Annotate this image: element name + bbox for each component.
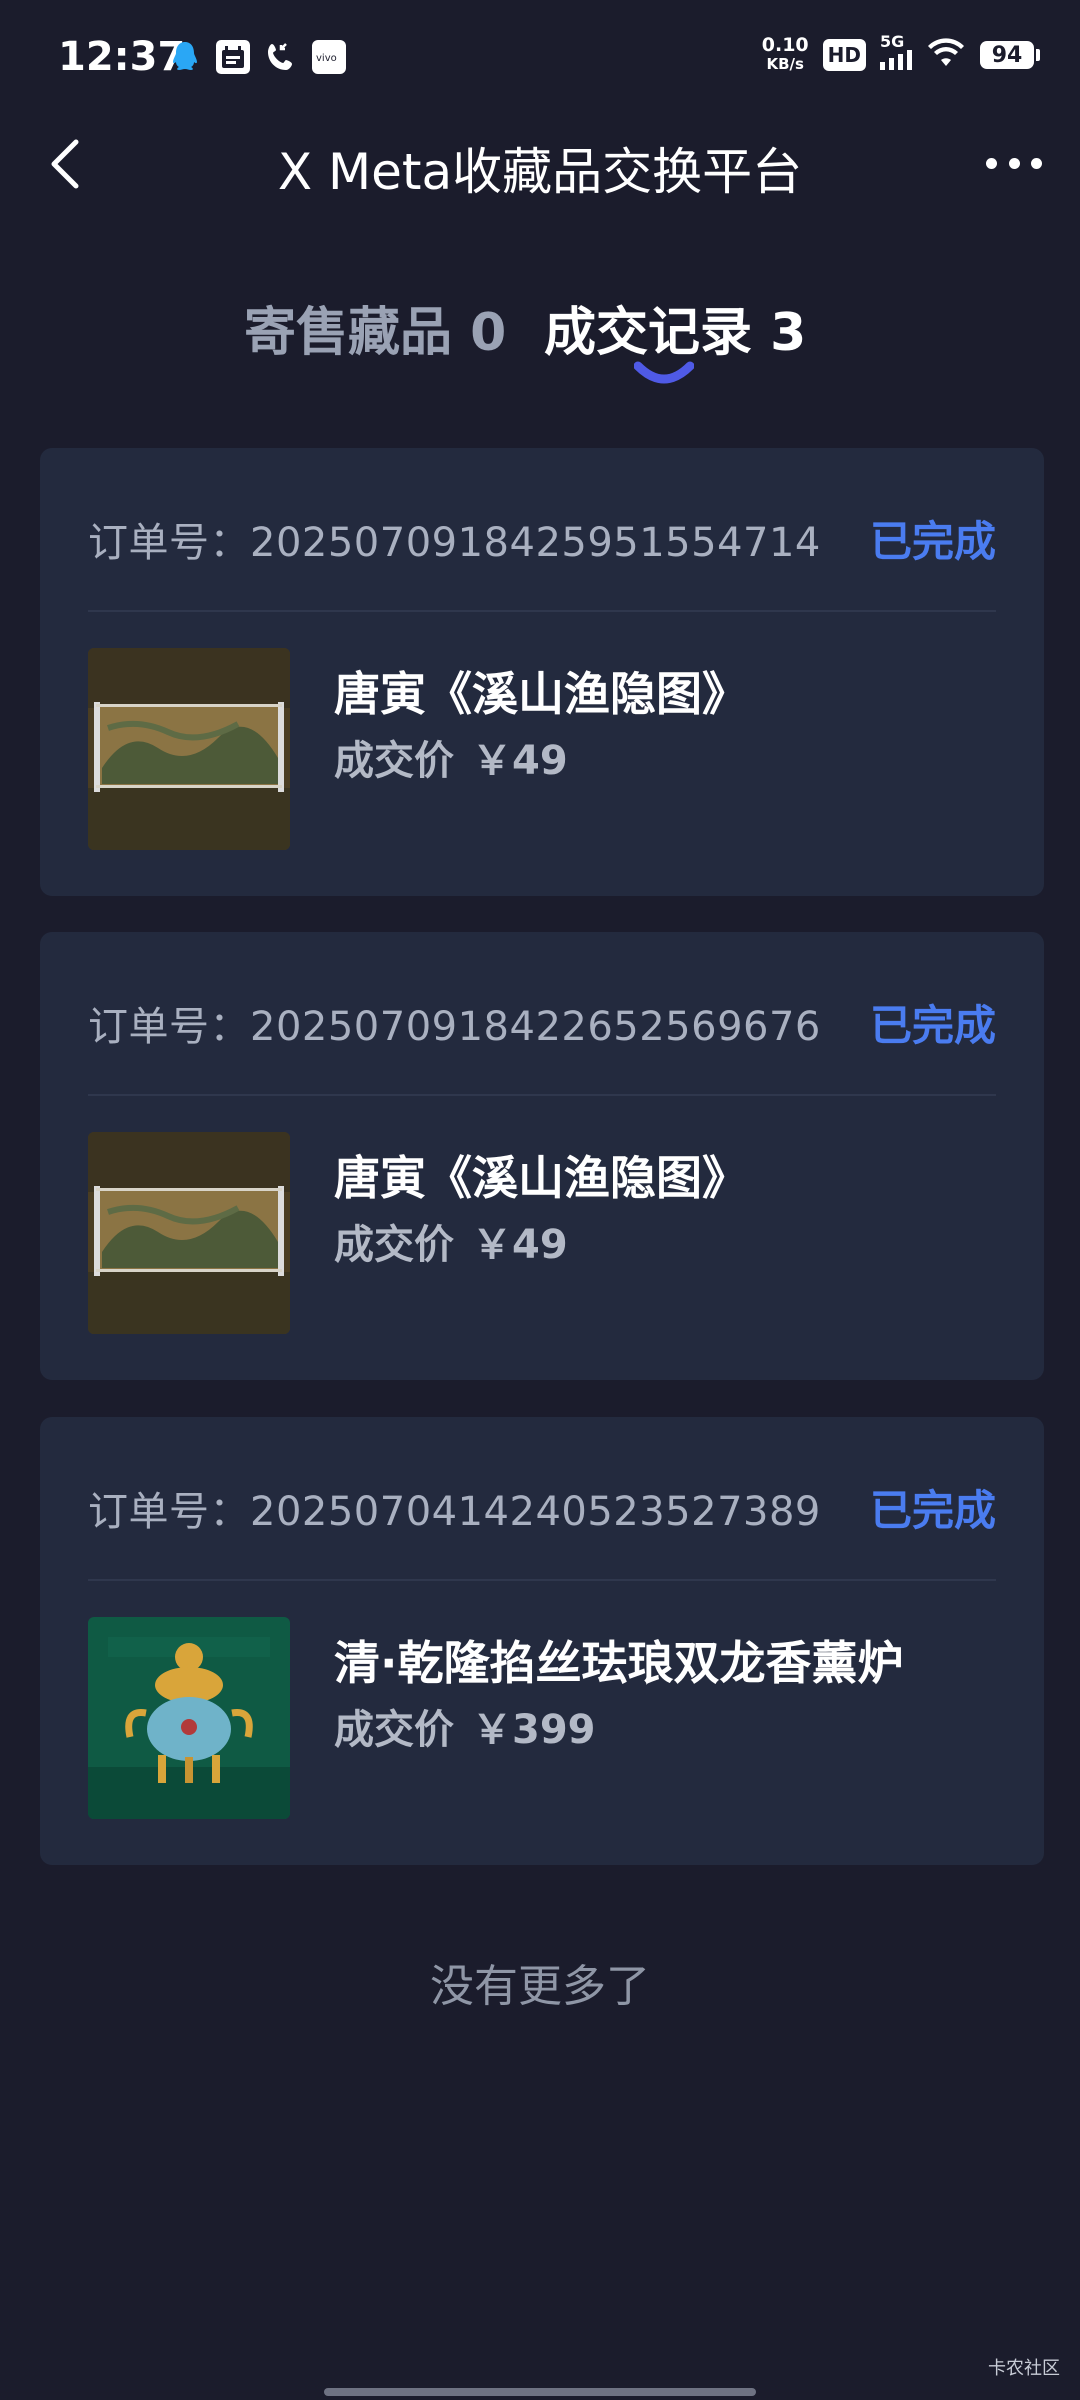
incense-burner-thumbnail xyxy=(88,1617,290,1819)
price-row: 成交价 ￥49 xyxy=(334,1212,568,1270)
order-number: 订单号：2025070918425951554714 xyxy=(88,520,821,566)
network-speed: 0.10 KB/s xyxy=(762,36,809,74)
status-bar: 12:37 vivo 0.10 KB/s HD 5G 94 xyxy=(0,0,1080,118)
watermark: 卡农社区 xyxy=(988,2358,1060,2379)
order-card-header: 订单号：2025070414240523527389 已完成 xyxy=(88,1417,996,1581)
order-status: 已完成 xyxy=(869,1486,996,1535)
price-label: 成交价 xyxy=(334,1707,454,1753)
home-indicator[interactable] xyxy=(324,2388,756,2396)
more-options-button[interactable] xyxy=(986,148,1042,178)
svg-text:vivo: vivo xyxy=(316,53,337,63)
battery-level: 94 xyxy=(980,41,1034,69)
network-type: 5G xyxy=(880,32,905,51)
price-label: 成交价 xyxy=(334,1222,454,1268)
tab-transaction-records[interactable]: 成交记录 3 xyxy=(544,290,806,365)
scroll-painting-thumbnail xyxy=(88,1132,290,1334)
item-name: 唐寅《溪山渔隐图》 xyxy=(334,1151,748,1205)
order-number: 订单号：2025070414240523527389 xyxy=(88,1489,821,1535)
scroll-painting-thumbnail xyxy=(88,648,290,850)
cellular-signal-icon: 5G xyxy=(880,32,912,70)
order-card[interactable]: 订单号：2025070918422652569676 已完成 唐寅《溪山渔隐图》… xyxy=(40,932,1044,1380)
navigation-bar: X Meta收藏品交换平台 xyxy=(0,118,1080,208)
battery-icon: 94 xyxy=(980,41,1040,69)
more-dot-icon xyxy=(1008,157,1020,169)
network-speed-unit: KB/s xyxy=(766,55,804,73)
price-label: 成交价 xyxy=(334,738,454,784)
network-speed-value: 0.10 xyxy=(761,34,809,56)
order-card-header: 订单号：2025070918422652569676 已完成 xyxy=(88,932,996,1096)
status-time: 12:37 xyxy=(58,34,186,80)
no-more-text: 没有更多了 xyxy=(430,1961,650,2012)
hd-voice-badge: HD xyxy=(822,39,866,71)
vivo-app-icon: vivo xyxy=(312,40,346,74)
order-card-header: 订单号：2025070918425951554714 已完成 xyxy=(88,448,996,612)
order-card[interactable]: 订单号：2025070918425951554714 已完成 唐寅《溪山渔隐图》… xyxy=(40,448,1044,896)
order-status: 已完成 xyxy=(869,517,996,566)
notification-icons: vivo xyxy=(168,40,346,74)
price-row: 成交价 ￥49 xyxy=(334,728,568,786)
price-row: 成交价 ￥399 xyxy=(334,1697,596,1755)
tab-bar: 寄售藏品 0 成交记录 3 xyxy=(0,290,1080,400)
active-tab-indicator xyxy=(634,361,694,384)
tab-consignment[interactable]: 寄售藏品 0 xyxy=(244,290,506,365)
price-value: ￥49 xyxy=(472,738,568,784)
status-right-icons: 0.10 KB/s HD 5G 94 xyxy=(762,32,1040,74)
more-dot-icon xyxy=(986,157,997,169)
order-card[interactable]: 订单号：2025070414240523527389 已完成 清·乾隆掐丝珐琅双… xyxy=(40,1417,1044,1865)
missed-call-icon xyxy=(264,40,298,74)
wifi-icon xyxy=(926,38,966,72)
price-value: ￥399 xyxy=(472,1707,596,1753)
calendar-icon xyxy=(216,40,250,74)
item-name: 清·乾隆掐丝珐琅双龙香薰炉 xyxy=(334,1636,904,1690)
price-value: ￥49 xyxy=(472,1222,568,1268)
order-number: 订单号：2025070918422652569676 xyxy=(88,1004,821,1050)
qq-penguin-icon xyxy=(168,40,202,74)
more-dot-icon xyxy=(1031,157,1042,169)
order-status: 已完成 xyxy=(869,1001,996,1050)
page-title: X Meta收藏品交换平台 xyxy=(277,143,803,201)
item-name: 唐寅《溪山渔隐图》 xyxy=(334,667,748,721)
